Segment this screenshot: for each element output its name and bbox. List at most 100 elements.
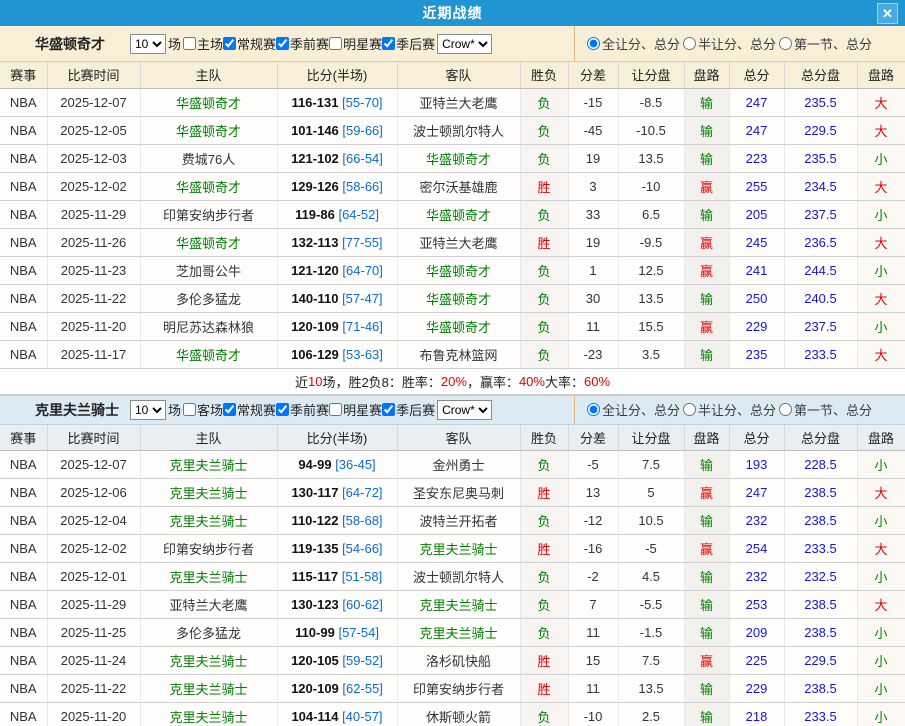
- filter-checkbox-playoffs[interactable]: 季后赛: [382, 34, 435, 53]
- filter-checkbox-allstar[interactable]: 明星赛: [329, 34, 382, 53]
- radio-input-full-handicap-total[interactable]: [587, 37, 600, 50]
- result-cell: 负: [520, 619, 568, 647]
- handicap-cell: 5: [618, 479, 684, 507]
- handicap-outcome-value: 赢: [700, 542, 713, 557]
- match-row: NBA2025-12-01克里夫兰骑士115-117 [51-58]波士顿凯尔特…: [0, 563, 905, 591]
- result-value: 负: [537, 208, 550, 223]
- handicap-outcome-cell: 输: [684, 675, 729, 703]
- col-header-away-team: 客队: [397, 425, 520, 451]
- away-team-cell: 华盛顿奇才: [397, 144, 520, 172]
- score-cell: 104-114 [40-57]: [277, 703, 397, 726]
- handicap-outcome-cell: 赢: [684, 312, 729, 340]
- result-value: 负: [537, 292, 550, 307]
- col-header-total-points: 总分: [729, 425, 784, 451]
- radio-input-first-quarter-total[interactable]: [779, 403, 792, 416]
- away-team-name: 克里夫兰骑士: [419, 542, 497, 557]
- checkbox-input-home-games[interactable]: [183, 37, 196, 50]
- checkbox-input-preseason[interactable]: [276, 37, 289, 50]
- filter-radio-first-quarter-total[interactable]: 第一节、总分: [779, 34, 872, 53]
- radio-input-half-handicap-total[interactable]: [683, 37, 696, 50]
- total-outcome-cell: 大: [857, 88, 905, 116]
- total-points-cell: 218: [729, 703, 784, 726]
- filter-bar: 克里夫兰骑士 10 场 客场常规赛季前赛明星赛季后赛 Crow* 全让分、总分半…: [0, 395, 905, 425]
- event-cell: NBA: [0, 535, 47, 563]
- summary-text-part: 60%: [584, 374, 610, 389]
- filter-checkbox-allstar[interactable]: 明星赛: [329, 400, 382, 419]
- filter-checkbox-playoffs[interactable]: 季后赛: [382, 400, 435, 419]
- filter-radio-first-quarter-total[interactable]: 第一节、总分: [779, 400, 872, 419]
- checkbox-input-playoffs[interactable]: [382, 37, 395, 50]
- checkbox-input-playoffs[interactable]: [382, 403, 395, 416]
- event-cell: NBA: [0, 312, 47, 340]
- home-team-name: 克里夫兰骑士: [169, 710, 247, 725]
- checkbox-label: 季后赛: [396, 400, 435, 419]
- total-line-cell: 237.5: [784, 200, 857, 228]
- checkbox-input-regular-season[interactable]: [223, 37, 236, 50]
- handicap-cell: 13.5: [618, 675, 684, 703]
- close-button[interactable]: ✕: [877, 3, 898, 24]
- checkbox-input-allstar[interactable]: [329, 403, 342, 416]
- fulltime-score: 104-114: [291, 709, 338, 724]
- filter-radio-half-handicap-total[interactable]: 半让分、总分: [683, 400, 776, 419]
- score-cell: 115-117 [51-58]: [277, 563, 397, 591]
- date-cell: 2025-12-03: [47, 144, 140, 172]
- home-team-cell: 多伦多猛龙: [140, 284, 277, 312]
- odds-company-select[interactable]: Crow*: [437, 400, 492, 420]
- team-name: 克里夫兰骑士: [35, 400, 128, 420]
- filter-radio-full-handicap-total[interactable]: 全让分、总分: [587, 400, 680, 419]
- header-row: 赛事比赛时间主队比分(半场)客队胜负分差让分盘盘路总分总分盘盘路: [0, 425, 905, 451]
- point-diff-cell: 1: [568, 256, 618, 284]
- titlebar: 近期战绩 ✕: [0, 0, 905, 26]
- col-header-handicap-outcome: 盘路: [684, 62, 729, 88]
- col-header-score: 比分(半场): [277, 425, 397, 451]
- away-team-name: 密尔沃基雄鹿: [419, 180, 497, 195]
- radio-input-full-handicap-total[interactable]: [587, 403, 600, 416]
- games-count-select[interactable]: 10: [130, 400, 166, 420]
- filter-radio-half-handicap-total[interactable]: 半让分、总分: [683, 34, 776, 53]
- fulltime-score: 119-86: [295, 207, 335, 222]
- filter-checkbox-regular-season[interactable]: 常规赛: [223, 400, 276, 419]
- total-outcome-value: 大: [874, 486, 887, 501]
- match-row: NBA2025-11-29亚特兰大老鹰130-123 [60-62]克里夫兰骑士…: [0, 591, 905, 619]
- games-count-select[interactable]: 10: [130, 34, 166, 54]
- total-outcome-value: 大: [874, 124, 887, 139]
- result-value: 胜: [537, 654, 550, 669]
- date-cell: 2025-12-07: [47, 451, 140, 479]
- score-cell: 119-86 [64-52]: [277, 200, 397, 228]
- filter-checkbox-home-games[interactable]: 主场: [183, 34, 223, 53]
- filter-checkbox-preseason[interactable]: 季前赛: [276, 34, 329, 53]
- halftime-score: [40-57]: [342, 709, 382, 724]
- event-cell: NBA: [0, 451, 47, 479]
- halftime-score: [71-46]: [342, 319, 382, 334]
- match-row: NBA2025-11-29印第安纳步行者119-86 [64-52]华盛顿奇才负…: [0, 200, 905, 228]
- handicap-outcome-cell: 输: [684, 284, 729, 312]
- total-line-cell: 238.5: [784, 507, 857, 535]
- radio-input-first-quarter-total[interactable]: [779, 37, 792, 50]
- halftime-score: [54-66]: [342, 541, 382, 556]
- home-team-cell: 克里夫兰骑士: [140, 479, 277, 507]
- filter-checkbox-away-games[interactable]: 客场: [183, 400, 223, 419]
- date-cell: 2025-11-26: [47, 228, 140, 256]
- match-row: NBA2025-12-02华盛顿奇才129-126 [58-66]密尔沃基雄鹿胜…: [0, 172, 905, 200]
- total-outcome-cell: 小: [857, 675, 905, 703]
- date-cell: 2025-11-24: [47, 647, 140, 675]
- filter-radio-full-handicap-total[interactable]: 全让分、总分: [587, 34, 680, 53]
- checkbox-input-preseason[interactable]: [276, 403, 289, 416]
- total-points-cell: 253: [729, 591, 784, 619]
- filter-checkbox-preseason[interactable]: 季前赛: [276, 400, 329, 419]
- away-team-cell: 亚特兰大老鹰: [397, 88, 520, 116]
- away-team-name: 亚特兰大老鹰: [419, 96, 497, 111]
- checkbox-input-regular-season[interactable]: [223, 403, 236, 416]
- fulltime-score: 110-122: [291, 513, 338, 528]
- checkbox-input-away-games[interactable]: [183, 403, 196, 416]
- checkbox-input-allstar[interactable]: [329, 37, 342, 50]
- away-team-name: 华盛顿奇才: [426, 320, 491, 335]
- games-count-label: 场: [168, 400, 181, 419]
- summary-text-part: 大率：: [545, 372, 584, 391]
- odds-company-select[interactable]: Crow*: [437, 34, 492, 54]
- handicap-outcome-value: 赢: [700, 654, 713, 669]
- radio-input-half-handicap-total[interactable]: [683, 403, 696, 416]
- filter-checkbox-regular-season[interactable]: 常规赛: [223, 34, 276, 53]
- handicap-cell: 6.5: [618, 200, 684, 228]
- total-outcome-value: 大: [874, 292, 887, 307]
